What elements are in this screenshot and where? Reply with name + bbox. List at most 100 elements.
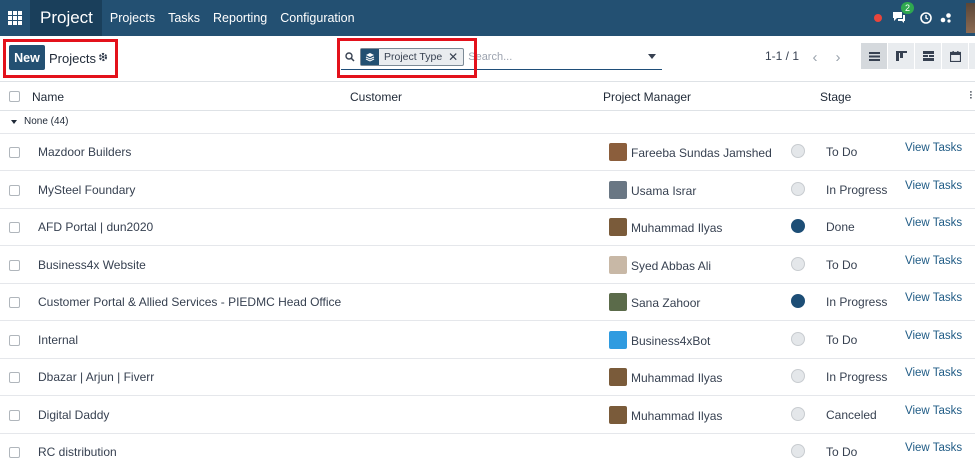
view-switcher (861, 43, 975, 69)
status-indicator-icon[interactable] (791, 181, 805, 196)
project-manager: Muhammad Ilyas (631, 408, 723, 423)
manager-avatar[interactable] (609, 405, 627, 424)
row-checkbox[interactable] (9, 409, 20, 421)
recording-indicator-icon[interactable] (874, 14, 882, 22)
actions-gear-icon[interactable] (98, 51, 108, 65)
table-row[interactable]: Customer Portal & Allied Services - PIED… (0, 284, 975, 321)
calendar-view-icon[interactable] (942, 43, 968, 69)
row-checkbox[interactable] (9, 147, 20, 158)
stage-value: In Progress (826, 182, 888, 197)
breadcrumb-title: Projects (49, 51, 96, 66)
view-tasks-button[interactable]: View Tasks (905, 180, 962, 192)
activity-clock-icon[interactable] (920, 12, 932, 24)
project-name: AFD Portal | dun2020 (38, 220, 154, 234)
row-checkbox[interactable] (9, 222, 20, 233)
app-brand[interactable]: Project (30, 0, 102, 36)
company-switch-icon[interactable] (940, 12, 952, 24)
status-indicator-icon[interactable] (791, 294, 805, 308)
table-row[interactable]: RC distribution To Do View Tasks (0, 434, 975, 469)
table-row[interactable]: Internal Business4xBot To Do View Tasks (0, 322, 975, 359)
new-button[interactable]: New (9, 45, 45, 70)
status-indicator-icon[interactable] (791, 331, 805, 346)
menu-item-configuration[interactable]: Configuration (280, 11, 354, 25)
row-checkbox[interactable] (9, 297, 20, 308)
manager-avatar[interactable] (609, 255, 627, 274)
view-tasks-button[interactable]: View Tasks (905, 255, 962, 267)
row-checkbox[interactable] (9, 184, 20, 196)
list-view-icon[interactable] (861, 43, 887, 69)
manager-avatar[interactable] (609, 330, 627, 349)
view-tasks-button[interactable]: View Tasks (905, 367, 962, 379)
select-all-checkbox[interactable] (9, 91, 20, 102)
view-tasks-button[interactable]: View Tasks (905, 330, 962, 342)
stage-value: Canceled (826, 407, 877, 422)
menu-item-reporting[interactable]: Reporting (213, 11, 267, 25)
row-checkbox[interactable] (9, 447, 20, 458)
table-row[interactable]: Digital Daddy Muhammad Ilyas Canceled View … (0, 397, 975, 434)
stage-value: To Do (826, 332, 858, 347)
stage-value: To Do (826, 445, 858, 459)
project-name: Customer Portal & Allied Services - PIED… (38, 295, 342, 309)
status-indicator-icon[interactable] (791, 219, 805, 233)
table-row[interactable]: Mazdoor Builders Fareeba Sundas Jamshed To… (0, 134, 975, 171)
pager-previous-icon[interactable]: ‹ (804, 45, 826, 69)
pager-next-icon[interactable]: › (827, 45, 849, 69)
status-indicator-icon[interactable] (791, 369, 805, 383)
project-manager: Fareeba Sundas Jamshed (631, 146, 772, 160)
top-navbar: Project Projects Tasks Reporting Configurat… (0, 0, 975, 36)
column-header-name[interactable]: Name (32, 90, 64, 104)
control-panel: New Projects Project Type ✕ 1-1 / 1 ‹ › (0, 36, 975, 82)
apps-menu-icon[interactable] (0, 0, 30, 36)
more-views-icon[interactable] (969, 43, 975, 69)
optional-columns-icon[interactable]: ⁝ (969, 88, 973, 102)
menu-item-projects[interactable]: Projects (110, 11, 155, 25)
table-row[interactable]: AFD Portal | dun2020 Muhammad Ilyas Done Vi… (0, 209, 975, 246)
group-row[interactable]: None (44) (0, 112, 975, 134)
project-manager: Syed Abbas Ali (631, 258, 712, 273)
project-manager: Muhammad Ilyas (631, 221, 723, 235)
project-manager: Usama Israr (631, 183, 697, 198)
view-tasks-button[interactable]: View Tasks (905, 217, 962, 229)
project-name: RC distribution (38, 445, 117, 459)
column-header-project-manager[interactable]: Project Manager (603, 90, 691, 104)
table-row[interactable]: MySteel Foundary Usama Israr In Progress Vi… (0, 172, 975, 209)
table-row[interactable]: Dbazar | Arjun | Fiverr Muhammad Ilyas In … (0, 359, 975, 396)
highlight-box-search (337, 38, 477, 78)
manager-avatar[interactable] (609, 180, 627, 199)
manager-avatar[interactable] (609, 368, 627, 386)
column-header-stage[interactable]: Stage (820, 90, 851, 104)
list-header: Name Customer Project Manager Stage ⁝ (0, 82, 975, 111)
stage-value: Done (826, 220, 855, 234)
manager-avatar[interactable] (609, 218, 627, 236)
user-avatar[interactable] (966, 3, 975, 33)
messages-icon[interactable]: 2 (892, 1, 915, 26)
search-input[interactable] (468, 50, 644, 63)
project-name: MySteel Foundary (38, 182, 136, 197)
menu-item-tasks[interactable]: Tasks (168, 11, 200, 25)
pager-value[interactable]: 1-1 / 1 (765, 49, 799, 63)
project-name: Dbazar | Arjun | Fiverr (38, 370, 155, 384)
row-checkbox[interactable] (9, 334, 20, 346)
project-name: Business4x Website (38, 257, 146, 272)
status-indicator-icon[interactable] (791, 444, 805, 458)
view-tasks-button[interactable]: View Tasks (905, 442, 962, 454)
table-row[interactable]: Business4x Website Syed Abbas Ali To Do Vie… (0, 247, 975, 284)
search-options-caret-icon[interactable] (648, 54, 656, 59)
form-view-icon[interactable] (915, 43, 941, 69)
status-indicator-icon[interactable] (791, 144, 805, 158)
view-tasks-button[interactable]: View Tasks (905, 405, 962, 417)
kanban-view-icon[interactable] (888, 43, 914, 69)
column-header-customer[interactable]: Customer (350, 90, 402, 104)
group-label: None (44) (24, 116, 69, 127)
status-indicator-icon[interactable] (791, 256, 805, 271)
view-tasks-button[interactable]: View Tasks (905, 292, 962, 304)
manager-avatar[interactable] (609, 293, 627, 311)
manager-avatar[interactable] (609, 143, 627, 161)
status-indicator-icon[interactable] (791, 406, 805, 421)
messages-badge: 2 (901, 1, 915, 14)
view-tasks-button[interactable]: View Tasks (905, 142, 962, 154)
row-checkbox[interactable] (9, 259, 20, 271)
group-caret-icon (11, 120, 17, 124)
row-checkbox[interactable] (9, 372, 20, 383)
stage-value: In Progress (826, 370, 888, 384)
